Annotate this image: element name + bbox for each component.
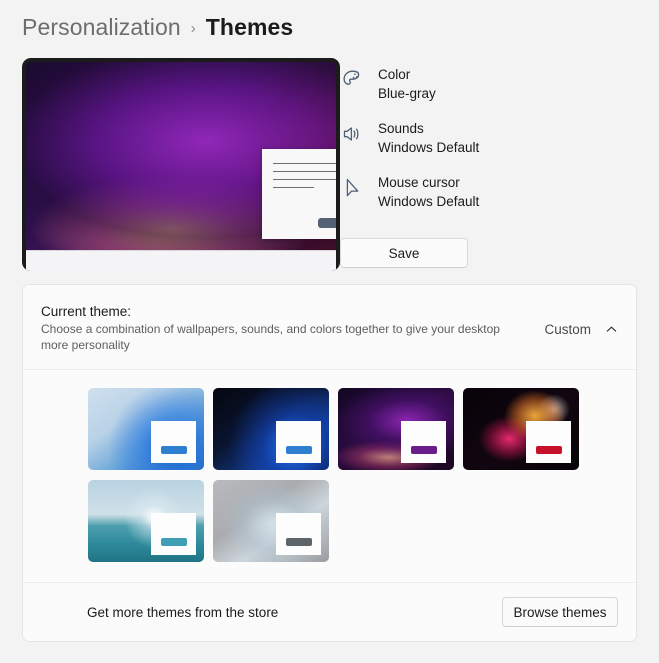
setting-row-color[interactable]: Color Blue-gray bbox=[340, 64, 640, 118]
themes-card: Current theme: Choose a combination of w… bbox=[22, 284, 637, 642]
theme-thumbnail-window-preview bbox=[151, 421, 196, 463]
setting-value-color: Blue-gray bbox=[378, 86, 436, 101]
theme-thumbnail-windows-bloom-dark[interactable] bbox=[213, 388, 329, 470]
theme-thumbnail-grid bbox=[23, 370, 636, 582]
current-theme-header[interactable]: Current theme: Choose a combination of w… bbox=[23, 285, 636, 369]
theme-thumbnail-window-preview bbox=[401, 421, 446, 463]
theme-thumbnail-window-preview bbox=[276, 421, 321, 463]
setting-value-sounds: Windows Default bbox=[378, 140, 480, 155]
speaker-icon bbox=[340, 121, 366, 147]
monitor-frame bbox=[22, 58, 340, 271]
theme-accent-swatch bbox=[285, 538, 312, 546]
mock-window-button bbox=[318, 218, 336, 228]
theme-accent-swatch bbox=[285, 446, 312, 454]
save-button[interactable]: Save bbox=[340, 238, 468, 268]
theme-thumbnail-windows-bloom-light[interactable] bbox=[88, 388, 204, 470]
theme-accent-swatch bbox=[410, 446, 437, 454]
setting-value-mouse-cursor: Windows Default bbox=[378, 194, 480, 209]
theme-thumbnail-window-preview bbox=[526, 421, 571, 463]
palette-icon bbox=[340, 67, 366, 93]
current-theme-texts: Current theme: Choose a combination of w… bbox=[41, 302, 544, 353]
setting-row-mouse-cursor[interactable]: Mouse cursor Windows Default bbox=[340, 172, 640, 226]
mock-window-text-lines bbox=[273, 163, 336, 188]
current-theme-value-group[interactable]: Custom bbox=[544, 302, 618, 337]
breadcrumb: Personalization › Themes bbox=[22, 14, 293, 41]
theme-thumbnail-window-preview bbox=[276, 513, 321, 555]
page-title: Themes bbox=[205, 14, 294, 40]
setting-title-mouse-cursor: Mouse cursor bbox=[378, 175, 460, 190]
setting-title-color: Color bbox=[378, 67, 411, 82]
store-row: Get more themes from the store Browse th… bbox=[23, 583, 636, 641]
mock-taskbar bbox=[26, 250, 336, 271]
theme-settings-list: Color Blue-gray Sounds Windows Default M… bbox=[340, 64, 640, 226]
mock-app-window bbox=[262, 149, 336, 239]
breadcrumb-separator-icon: › bbox=[190, 20, 196, 37]
theme-thumbnail-captured-motion-lake[interactable] bbox=[88, 480, 204, 562]
theme-accent-swatch bbox=[160, 446, 187, 454]
store-row-label: Get more themes from the store bbox=[87, 604, 279, 620]
theme-thumbnail-flow-gray[interactable] bbox=[213, 480, 329, 562]
current-theme-value: Custom bbox=[544, 322, 591, 337]
theme-thumbnail-glow-purple[interactable] bbox=[338, 388, 454, 470]
breadcrumb-parent-link[interactable]: Personalization bbox=[22, 14, 181, 41]
cursor-icon bbox=[340, 175, 366, 201]
monitor-screen bbox=[26, 62, 336, 271]
chevron-up-icon[interactable] bbox=[605, 323, 618, 336]
current-theme-title: Current theme: bbox=[41, 304, 132, 319]
browse-themes-button[interactable]: Browse themes bbox=[502, 597, 618, 627]
theme-accent-swatch bbox=[160, 538, 187, 546]
setting-title-sounds: Sounds bbox=[378, 121, 424, 136]
theme-accent-swatch bbox=[535, 446, 562, 454]
theme-preview bbox=[22, 58, 340, 271]
theme-thumbnail-flora-dark[interactable] bbox=[463, 388, 579, 470]
theme-thumbnail-window-preview bbox=[151, 513, 196, 555]
setting-row-sounds[interactable]: Sounds Windows Default bbox=[340, 118, 640, 172]
current-theme-description: Choose a combination of wallpapers, soun… bbox=[41, 322, 500, 352]
